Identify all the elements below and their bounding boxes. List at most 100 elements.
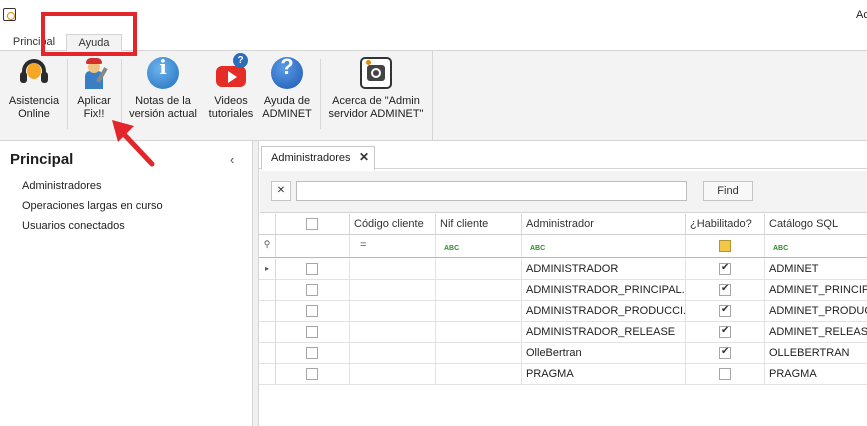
videos-tutoriales-button[interactable]: ? Videos tutoriales	[204, 53, 258, 131]
filter-cell-select[interactable]	[276, 235, 350, 257]
window-title: Ac	[856, 9, 867, 21]
cell-catalogo[interactable]: ADMINET	[765, 259, 867, 279]
habilitado-checkbox[interactable]	[719, 325, 731, 338]
cell-catalogo[interactable]: PRAGMA	[765, 364, 867, 384]
filter-cell-habilitado[interactable]	[686, 235, 765, 257]
cell-nif[interactable]	[436, 301, 522, 321]
cell-codigo[interactable]	[350, 301, 436, 321]
filter-cell-codigo[interactable]: =	[350, 235, 436, 257]
cell-codigo[interactable]	[350, 259, 436, 279]
filter-cell-administrador[interactable]: ABC	[522, 235, 686, 257]
filter-cell-catalogo[interactable]: ABC	[765, 235, 867, 257]
button-label-line1: Asistencia	[8, 95, 60, 107]
nav-item-operaciones[interactable]: Operaciones largas en curso	[22, 200, 163, 212]
tab-administradores[interactable]: Administradores ✕	[261, 146, 375, 170]
ayuda-adminet-button[interactable]: ? Ayuda de ADMINET	[260, 55, 314, 131]
row-indicator-header	[259, 214, 276, 234]
habilitado-checkbox[interactable]	[719, 283, 731, 296]
column-header-codigo[interactable]: Código cliente	[350, 214, 436, 234]
cell-habilitado	[686, 280, 765, 300]
repairman-icon	[78, 57, 110, 89]
cell-codigo[interactable]	[350, 280, 436, 300]
search-input[interactable]	[296, 181, 687, 201]
select-all-checkbox[interactable]	[306, 218, 318, 230]
cell-catalogo[interactable]: OLLEBERTRAN	[765, 343, 867, 363]
button-label-line1: Acerca de "Admin	[332, 95, 420, 107]
habilitado-checkbox[interactable]	[719, 304, 731, 317]
search-panel: ✕ Find	[260, 171, 867, 213]
app-logo-icon[interactable]	[3, 8, 16, 21]
button-label-line1: Aplicar	[77, 95, 111, 107]
cell-administrador[interactable]: PRAGMA	[522, 364, 686, 384]
cell-codigo[interactable]	[350, 364, 436, 384]
row-focus-indicator-icon: ▸	[259, 259, 276, 279]
row-select-checkbox[interactable]	[306, 305, 318, 317]
cell-catalogo[interactable]: ADMINET_PRINCIPA	[765, 280, 867, 300]
cell-habilitado	[686, 301, 765, 321]
row-indicator	[259, 301, 276, 321]
column-header-nif[interactable]: Nif cliente	[436, 214, 522, 234]
table-row[interactable]: ▸ ADMINISTRADOR ADMINET	[259, 259, 867, 280]
row-select-checkbox[interactable]	[306, 284, 318, 296]
help-icon: ?	[271, 56, 303, 89]
cell-nif[interactable]	[436, 322, 522, 342]
habilitado-checkbox[interactable]	[719, 346, 731, 359]
youtube-icon: ?	[215, 53, 248, 89]
column-header-administrador[interactable]: Administrador	[522, 214, 686, 234]
filter-indeterminate-checkbox[interactable]	[719, 240, 731, 252]
row-select-checkbox[interactable]	[306, 326, 318, 338]
cell-nif[interactable]	[436, 343, 522, 363]
cell-habilitado	[686, 364, 765, 384]
nav-item-usuarios[interactable]: Usuarios conectados	[22, 220, 125, 232]
button-label-line2: Online	[18, 108, 50, 120]
column-header-habilitado[interactable]: ¿Habilitado?	[686, 214, 765, 234]
contains-operator-icon: ABC	[444, 245, 460, 252]
grid-header-row: Código cliente Nif cliente Administrador…	[259, 214, 867, 235]
acerca-de-button[interactable]: Acerca de "Admin servidor ADMINET"	[326, 55, 426, 131]
clear-search-button[interactable]: ✕	[271, 181, 291, 201]
cell-nif[interactable]	[436, 364, 522, 384]
table-row[interactable]: ADMINISTRADOR_PRODUCCI... ADMINET_PRODUC…	[259, 301, 867, 322]
navigation-panel: Principal ‹ Administradores Operaciones …	[0, 141, 253, 426]
table-row[interactable]: ADMINISTRADOR_PRINCIPAL... ADMINET_PRINC…	[259, 280, 867, 301]
column-header-catalogo[interactable]: Catálogo SQL	[765, 214, 867, 234]
filter-cell-nif[interactable]: ABC	[436, 235, 522, 257]
find-button[interactable]: Find	[703, 181, 753, 201]
nav-item-administradores[interactable]: Administradores	[22, 180, 101, 192]
table-row[interactable]: ADMINISTRADOR_RELEASE ADMINET_RELEASE	[259, 322, 867, 343]
asistencia-online-button[interactable]: Asistencia Online	[4, 55, 64, 131]
button-label-line2: tutoriales	[208, 108, 254, 120]
cell-codigo[interactable]	[350, 322, 436, 342]
cell-administrador[interactable]: OlleBertran	[522, 343, 686, 363]
ribbon-separator	[320, 59, 321, 129]
row-select-cell	[276, 259, 350, 279]
habilitado-checkbox[interactable]	[719, 262, 731, 275]
row-select-checkbox[interactable]	[306, 263, 318, 275]
button-label-line1: Videos	[214, 95, 248, 107]
row-select-checkbox[interactable]	[306, 347, 318, 359]
select-all-cell	[276, 214, 350, 234]
cell-administrador[interactable]: ADMINISTRADOR_PRINCIPAL...	[522, 280, 686, 300]
habilitado-checkbox[interactable]	[719, 368, 731, 380]
table-row[interactable]: OlleBertran OLLEBERTRAN	[259, 343, 867, 364]
cell-nif[interactable]	[436, 280, 522, 300]
close-icon[interactable]: ✕	[359, 150, 369, 164]
document-tab-strip: Administradores ✕	[259, 141, 867, 170]
cell-catalogo[interactable]: ADMINET_PRODUCC	[765, 301, 867, 321]
cell-administrador[interactable]: ADMINISTRADOR	[522, 259, 686, 279]
row-select-cell	[276, 343, 350, 363]
cell-administrador[interactable]: ADMINISTRADOR_RELEASE	[522, 322, 686, 342]
button-label-line1: Ayuda de	[263, 95, 311, 107]
collapse-chevron-icon[interactable]: ‹	[230, 152, 234, 167]
info-icon: i	[147, 57, 179, 89]
cell-nif[interactable]	[436, 259, 522, 279]
row-indicator	[259, 364, 276, 384]
adminet-logo-icon	[360, 57, 392, 89]
row-select-checkbox[interactable]	[306, 368, 318, 380]
cell-habilitado	[686, 259, 765, 279]
row-select-cell	[276, 301, 350, 321]
cell-catalogo[interactable]: ADMINET_RELEASE	[765, 322, 867, 342]
cell-codigo[interactable]	[350, 343, 436, 363]
cell-administrador[interactable]: ADMINISTRADOR_PRODUCCI...	[522, 301, 686, 321]
table-row[interactable]: PRAGMA PRAGMA	[259, 364, 867, 385]
